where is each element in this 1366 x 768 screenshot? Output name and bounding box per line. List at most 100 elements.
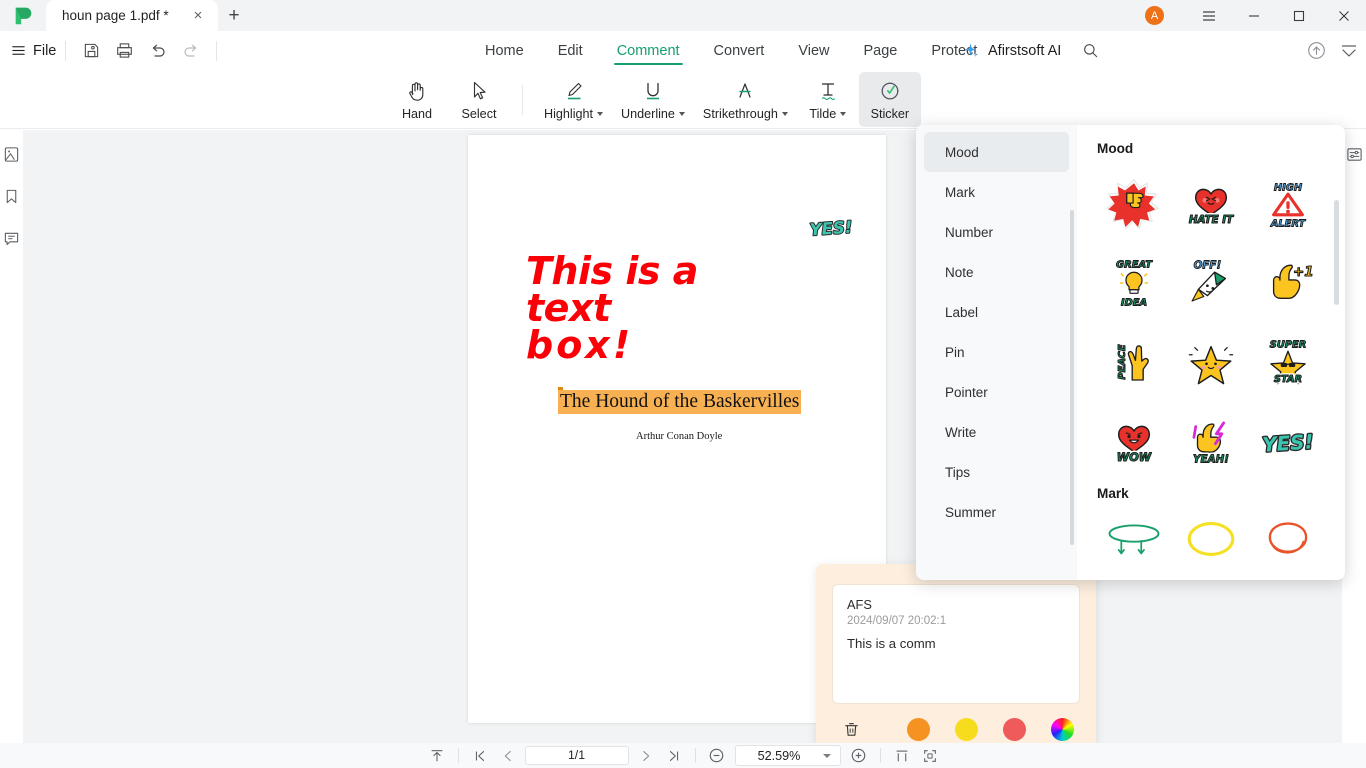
last-page-icon[interactable] (660, 745, 688, 767)
sticker-category-pin[interactable]: Pin (924, 332, 1069, 372)
sticker-peace-hand[interactable]: PEACE PEACE (1095, 322, 1172, 401)
afirstsoft-ai-button[interactable]: Afirstsoft AI (962, 31, 1061, 70)
minimize-icon[interactable] (1231, 0, 1276, 31)
search-icon[interactable] (1082, 31, 1099, 70)
hand-icon (409, 82, 424, 101)
page-number-input[interactable]: 1/1 (524, 746, 629, 765)
menu-tabs: Home Edit Comment Convert View Page Prot… (468, 31, 994, 70)
fit-page-icon[interactable] (423, 745, 451, 767)
app-logo-icon (0, 0, 46, 31)
sticker-yes-text[interactable]: YES! YES! YES! (1250, 401, 1327, 480)
sticker-wow-heart[interactable]: WOW WOW (1095, 401, 1172, 480)
close-icon[interactable]: × (188, 6, 208, 26)
document-tab[interactable]: houn page 1.pdf * × (46, 0, 218, 31)
color-swatch-yellow[interactable] (955, 717, 978, 741)
trash-icon[interactable] (836, 714, 866, 743)
sticker-category-list[interactable]: Mood Mark Number Note Label Pin Pointer … (916, 125, 1077, 580)
sticker-great-idea-bulb[interactable]: GREAT GREAT IDEA IDEA (1095, 243, 1172, 322)
sticker-category-note[interactable]: Note (924, 252, 1069, 292)
split-view-icon[interactable] (888, 745, 916, 767)
zoom-out-icon[interactable] (703, 745, 731, 767)
chevron-down-icon[interactable] (678, 112, 685, 116)
menu-tab-view[interactable]: View (781, 31, 846, 70)
sticker-green-ellipse-arrow[interactable] (1095, 509, 1172, 569)
sticker-category-label[interactable]: Label (924, 292, 1069, 332)
menu-tab-edit[interactable]: Edit (541, 31, 600, 70)
sticker-category-summer[interactable]: Summer (924, 492, 1069, 532)
text-box-annotation[interactable]: This is a text box! (526, 252, 776, 365)
sticker-grid-scrollbar[interactable] (1334, 200, 1339, 305)
document-author: Arthur Conan Doyle (636, 431, 723, 442)
avatar[interactable]: A (1145, 6, 1164, 25)
svg-text:ALERT: ALERT (1270, 218, 1307, 229)
hamburger-menu-icon[interactable] (1186, 0, 1231, 31)
redo-icon[interactable] (174, 37, 207, 65)
sticker-off-rocket[interactable]: OFF! OFF! (1172, 243, 1249, 322)
menu-tab-convert[interactable]: Convert (697, 31, 782, 70)
color-swatches (907, 717, 1074, 741)
comment-text[interactable]: This is a comm (847, 636, 1065, 651)
sticker-yeah-hand[interactable]: YEAH! YEAH! (1172, 401, 1249, 480)
color-swatch-orange[interactable] (907, 717, 930, 741)
properties-panel-icon[interactable] (1344, 144, 1365, 165)
tool-select[interactable]: Select (448, 72, 510, 127)
sticker-super-star[interactable]: SUPER SUPER STAR STAR (1250, 322, 1327, 401)
category-scrollbar[interactable] (1070, 210, 1074, 545)
zoom-level-select[interactable]: 52.59% (734, 745, 841, 766)
sticker-category-mood[interactable]: Mood (924, 132, 1069, 172)
sticker-thumbs-down-burst[interactable] (1095, 164, 1172, 243)
menu-tab-home[interactable]: Home (468, 31, 541, 70)
save-icon[interactable] (75, 37, 108, 65)
undo-icon[interactable] (141, 37, 174, 65)
bookmark-icon[interactable] (1, 186, 22, 207)
cloud-upload-icon[interactable] (1307, 41, 1326, 60)
color-swatch-custom[interactable] (1051, 717, 1074, 741)
close-window-icon[interactable] (1321, 0, 1366, 31)
sticker-yellow-ellipse[interactable] (1172, 509, 1249, 569)
document-title[interactable]: The Hound of the Baskervilles (558, 390, 802, 414)
collapse-ribbon-icon[interactable] (1340, 42, 1358, 60)
chevron-down-icon[interactable] (840, 112, 847, 116)
chevron-down-icon[interactable] (781, 112, 788, 116)
tool-tilde[interactable]: Tilde (797, 72, 859, 127)
sticker-category-pointer[interactable]: Pointer (924, 372, 1069, 412)
sticker-red-ellipse[interactable] (1250, 509, 1327, 569)
tool-hand[interactable]: Hand (386, 72, 448, 127)
sticker-star[interactable] (1172, 322, 1249, 401)
sticker-category-write[interactable]: Write (924, 412, 1069, 452)
sticker-category-tips[interactable]: Tips (924, 452, 1069, 492)
chevron-down-icon[interactable] (597, 112, 604, 116)
sticker-category-number[interactable]: Number (924, 212, 1069, 252)
tool-highlight[interactable]: Highlight (535, 72, 612, 127)
maximize-icon[interactable] (1276, 0, 1321, 31)
new-tab-button[interactable]: + (218, 0, 250, 31)
sticker-high-alert[interactable]: HIGH HIGH ALERT ALERT (1250, 164, 1327, 243)
tool-underline[interactable]: Underline (612, 72, 694, 127)
comment-list-icon[interactable] (1, 228, 22, 249)
sticker-category-mark[interactable]: Mark (924, 172, 1069, 212)
comment-card[interactable]: AFS 2024/09/07 20:02:1 This is a comm (832, 584, 1080, 704)
menu-tab-page[interactable]: Page (847, 31, 915, 70)
sticker-hate-it-heart[interactable]: HATE IT HATE IT (1172, 164, 1249, 243)
color-swatch-red[interactable] (1003, 717, 1026, 741)
zoom-in-icon[interactable] (845, 745, 873, 767)
tool-sticker[interactable]: Sticker (858, 72, 921, 127)
print-icon[interactable] (108, 37, 141, 65)
comment-popup[interactable]: AFS 2024/09/07 20:02:1 This is a comm (816, 564, 1096, 743)
page-sticker-yes[interactable]: YES! YES! YES! (806, 213, 856, 243)
fullscreen-icon[interactable] (916, 745, 944, 767)
first-page-icon[interactable] (466, 745, 494, 767)
next-page-icon[interactable] (632, 745, 660, 767)
svg-text:GREAT: GREAT (1116, 259, 1153, 270)
svg-text:WOW: WOW (1116, 450, 1151, 463)
menu-tab-comment[interactable]: Comment (600, 31, 697, 70)
sticker-panel[interactable]: Mood Mark Number Note Label Pin Pointer … (916, 125, 1345, 580)
file-menu-button[interactable]: File (11, 43, 56, 59)
chevron-down-icon[interactable] (822, 753, 831, 758)
prev-page-icon[interactable] (494, 745, 522, 767)
thumbnail-icon[interactable] (1, 144, 22, 165)
sticker-grid[interactable]: Mood HATE IT HATE IT HIGH HIGH ALERT ALE… (1077, 125, 1345, 580)
tool-strikethrough[interactable]: Strikethrough (694, 72, 797, 127)
sticker-plus-one-hand[interactable]: +1 +1 (1250, 243, 1327, 322)
status-bar: 1/1 52.59% (0, 743, 1366, 768)
